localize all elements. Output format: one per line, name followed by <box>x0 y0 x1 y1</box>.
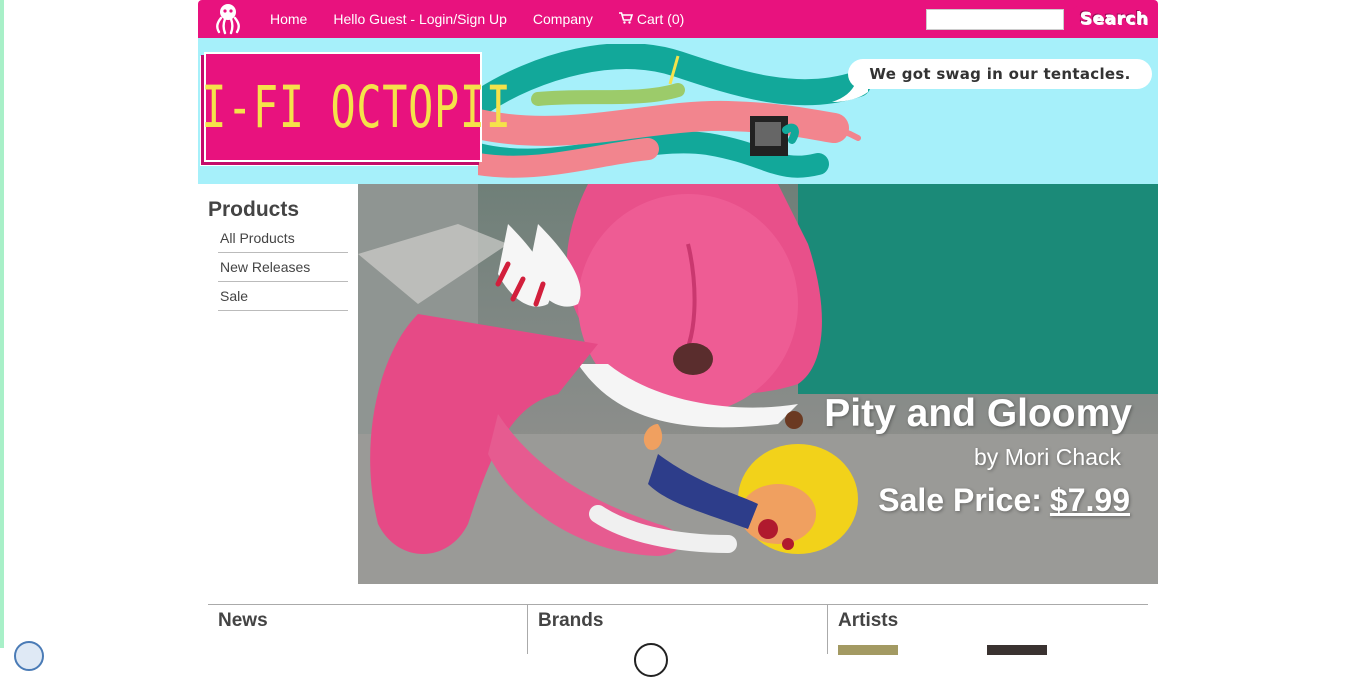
cart-label: Cart (0) <box>636 11 685 27</box>
corner-badge-icon[interactable] <box>14 641 44 671</box>
sidebar-list: All Products New Releases Sale <box>218 228 348 311</box>
brands-section: Brands <box>528 605 828 677</box>
sidebar-title: Products <box>208 198 300 221</box>
news-title: News <box>218 610 268 631</box>
hero-image <box>358 184 1158 584</box>
main-content: Products All Products New Releases Sale <box>198 184 1158 584</box>
shopping-cart-icon <box>618 11 633 27</box>
search-input[interactable] <box>926 8 1064 30</box>
artist-thumbnail[interactable] <box>838 645 898 655</box>
nav-home-link[interactable]: Home <box>270 11 307 27</box>
hero-price-value[interactable]: $7.99 <box>1050 482 1130 518</box>
products-sidebar: Products All Products New Releases Sale <box>198 184 358 584</box>
nav-cart-link[interactable]: Cart (0) <box>618 11 685 27</box>
sidebar-item-sale[interactable]: Sale <box>218 282 348 311</box>
hero-title: Pity and Gloomy <box>824 392 1132 435</box>
octopus-icon[interactable] <box>210 1 246 37</box>
search-button[interactable]: Search <box>1070 4 1158 34</box>
nav-login-link[interactable]: Hello Guest - Login/Sign Up <box>333 11 507 27</box>
tagline-text: We got swag in our tentacles. <box>869 65 1131 83</box>
bottom-sections: News Brands Artists <box>208 604 1148 677</box>
page: Home Hello Guest - Login/Sign Up Company… <box>198 0 1158 677</box>
artists-title: Artists <box>838 610 899 631</box>
hero-artist: by Mori Chack <box>974 444 1121 470</box>
sidebar-item-new-releases[interactable]: New Releases <box>218 253 348 282</box>
hero-price-label: Sale Price: <box>878 482 1042 518</box>
search-area: Search <box>926 4 1158 34</box>
left-edge-strip <box>0 0 4 648</box>
top-nav: Home Hello Guest - Login/Sign Up Company… <box>198 0 1158 38</box>
logo-text: HI-FI OCTOPII <box>198 73 512 141</box>
sidebar-item-all-products[interactable]: All Products <box>218 228 348 253</box>
header-banner: HI-FI OCTOPII We got swag in our tentacl… <box>198 38 1158 184</box>
site-logo[interactable]: HI-FI OCTOPII <box>198 52 510 162</box>
hero-price: Sale Price: $7.99 <box>878 482 1130 519</box>
brand-logo-thumbnail[interactable] <box>634 643 668 677</box>
brands-title: Brands <box>538 610 604 631</box>
tagline-bubble: We got swag in our tentacles. <box>848 59 1152 89</box>
artist-thumbnail[interactable] <box>987 645 1047 655</box>
nav-company-link[interactable]: Company <box>533 11 593 27</box>
featured-product-slide[interactable]: Pity and Gloomy by Mori Chack Sale Price… <box>358 184 1158 584</box>
artists-section: Artists <box>828 605 1148 655</box>
news-section: News <box>208 605 528 654</box>
